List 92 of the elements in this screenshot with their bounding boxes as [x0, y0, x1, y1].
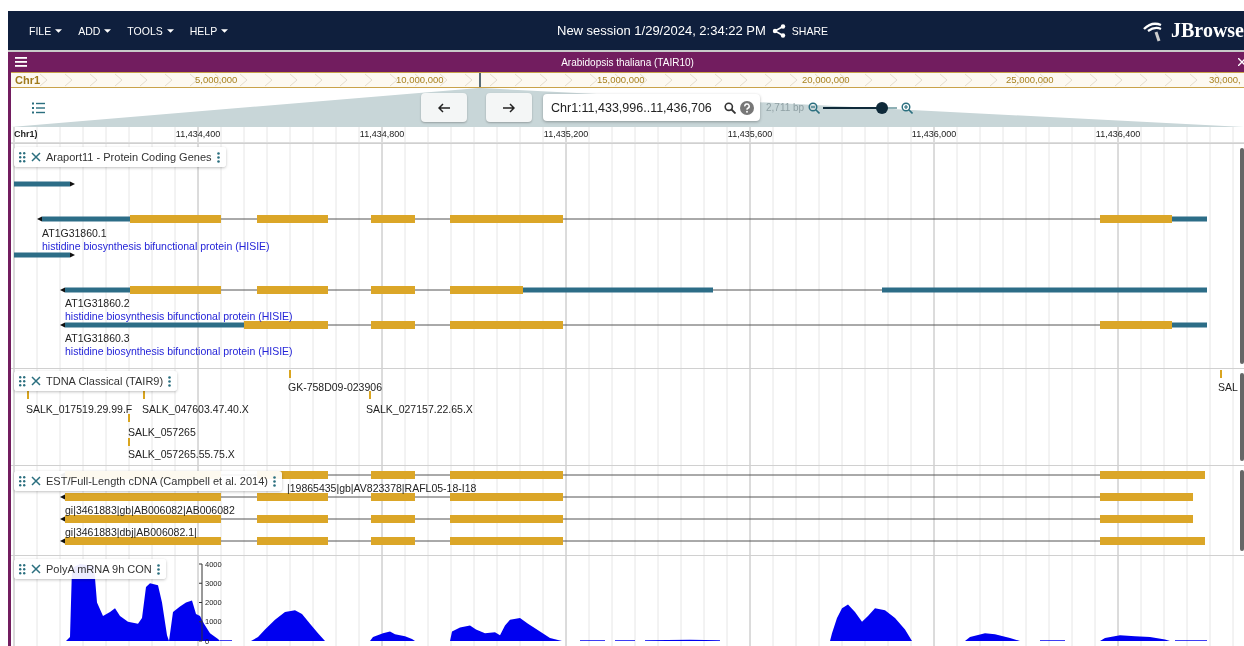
feature-name: gi|3461883|gb|AB006082|AB006082 — [65, 504, 235, 516]
logo-text: JBrowse — [1171, 19, 1244, 42]
overview-tick-label: 5,000,000 — [195, 73, 238, 87]
insertion-mark — [27, 391, 29, 399]
menu-button[interactable] — [15, 57, 27, 67]
drag-handle-icon[interactable] — [19, 563, 26, 575]
overview-ruler[interactable]: Chr1 5,000,000 10,000,000 15,000,000 20,000,000 25,000,000 30,000, — [11, 72, 1244, 88]
more-options-icon[interactable] — [168, 375, 172, 387]
menu-button[interactable]: FILE — [29, 24, 63, 37]
track-name: PolyA mRNA 9h CON — [46, 563, 152, 575]
insertion-mark — [143, 391, 145, 399]
ruler-tick-label: 11,435,200 — [543, 129, 589, 139]
feature-name: AT1G31860.1 — [42, 227, 107, 239]
ruler-tick-label: 11,436,400 — [1095, 129, 1141, 139]
feature-description: histidine biosynthesis bifunctional protein (HISIE) — [65, 345, 293, 357]
feature-name: SAL — [1218, 381, 1238, 393]
close-icon — [31, 476, 41, 486]
location-field[interactable]: Chr1:11,433,996..11,436,706 — [543, 94, 760, 121]
search-icon[interactable] — [724, 101, 736, 114]
feature-name: GK-758D09-023906 — [288, 381, 382, 393]
view-title: Arabidopsis thaliana (TAIR10) — [561, 56, 694, 68]
more-options-icon[interactable] — [216, 151, 220, 163]
feature-description: histidine biosynthesis bifunctional protein (HISIE) — [42, 240, 270, 252]
insertion-mark — [128, 414, 130, 422]
menu-button[interactable]: ADD — [78, 24, 112, 37]
menu-icon — [15, 57, 27, 67]
insertion-mark — [1220, 370, 1222, 378]
caret-icon — [221, 28, 229, 33]
close-track-button[interactable] — [31, 476, 41, 486]
feature-name: |19865435|gb|AV823378|RAFL05-18-I18 — [287, 482, 477, 494]
insertion-mark — [369, 391, 371, 399]
feature-description: histidine biosynthesis bifunctional protein (HISIE) — [65, 310, 293, 322]
close-icon — [31, 564, 41, 574]
feature-name: gi|3461883|dbj|AB006082.1| — [65, 526, 197, 538]
track-scrollbar[interactable] — [1240, 373, 1244, 461]
track-name: EST/Full-Length cDNA (Campbell et al. 2014) — [46, 475, 268, 487]
track-scrollbar[interactable] — [1240, 148, 1244, 364]
insertion-mark — [128, 438, 130, 446]
forward-button[interactable] — [486, 93, 532, 122]
close-track-button[interactable] — [31, 376, 41, 386]
overview-tick-label: 15,000,000 — [597, 73, 645, 87]
feature-name: SALK_047603.47.40.X — [142, 403, 249, 415]
more-options-icon[interactable] — [156, 563, 160, 575]
zoom-slider[interactable] — [823, 101, 898, 114]
arrow-right-icon — [503, 102, 515, 113]
overview-tick-label: 20,000,000 — [802, 73, 850, 87]
caret-icon — [55, 28, 63, 33]
list-icon — [32, 101, 45, 114]
menu-button[interactable]: TOOLS — [127, 24, 174, 37]
track-scrollbar[interactable] — [1240, 470, 1244, 551]
span-label: 2,711 bp — [766, 102, 805, 113]
overview-tick-label: 30,000, — [1209, 73, 1241, 87]
feature-name: SALK_027157.22.65.X — [366, 403, 473, 415]
slider-thumb[interactable] — [876, 101, 889, 114]
track-name: Araport11 - Protein Coding Genes — [46, 151, 212, 163]
caret-icon — [104, 28, 112, 33]
menu-button[interactable]: HELP — [189, 24, 229, 37]
overview-tick-label: 25,000,000 — [1006, 73, 1054, 87]
drag-handle-icon[interactable] — [19, 475, 26, 487]
share-button[interactable]: SHARE — [771, 23, 829, 38]
session-title: New session 1/29/2024, 2:34:22 PM — [557, 23, 766, 38]
ruler-tick-label: 11,434,400 — [175, 129, 221, 139]
gene-model-drawing — [13, 252, 75, 258]
more-options-icon[interactable] — [272, 475, 276, 487]
drag-handle-icon[interactable] — [19, 375, 26, 387]
drag-handle-icon[interactable] — [19, 151, 26, 163]
back-button[interactable] — [421, 93, 467, 122]
close-track-button[interactable] — [31, 152, 41, 162]
zoom-in-icon[interactable] — [901, 101, 914, 114]
ruler-tick-label: 11,435,600 — [727, 129, 773, 139]
track-name: TDNA Classical (TAIR9) — [46, 375, 164, 387]
feature-name: AT1G31860.2 — [65, 297, 130, 309]
insertion-mark — [289, 370, 291, 378]
ruler-tick-label: 11,436,000 — [911, 129, 957, 139]
feature-name: SALK_017519.29.99.F — [26, 403, 133, 415]
zoom-out-icon[interactable] — [808, 101, 821, 114]
share-icon — [771, 23, 786, 38]
close-icon — [31, 152, 41, 162]
ruler-tick-label: 11,434,800 — [359, 129, 405, 139]
close-icon — [31, 376, 41, 386]
help-icon[interactable] — [740, 100, 754, 115]
feature-name: AT1G31860.3 — [65, 332, 130, 344]
caret-icon — [166, 28, 174, 33]
feature-name: SALK_057265 — [128, 426, 196, 438]
close-track-button[interactable] — [31, 564, 41, 574]
overview-tick-label: 10,000,000 — [396, 73, 444, 87]
close-icon[interactable] — [1238, 58, 1244, 66]
feature-name: SALK_057265.55.75.X — [128, 448, 235, 460]
chromosome-label: Chr1) — [14, 129, 38, 139]
chromosome-label: Chr1 — [15, 73, 41, 87]
arrow-left-icon — [438, 102, 450, 113]
gene-model-drawing — [13, 181, 75, 187]
